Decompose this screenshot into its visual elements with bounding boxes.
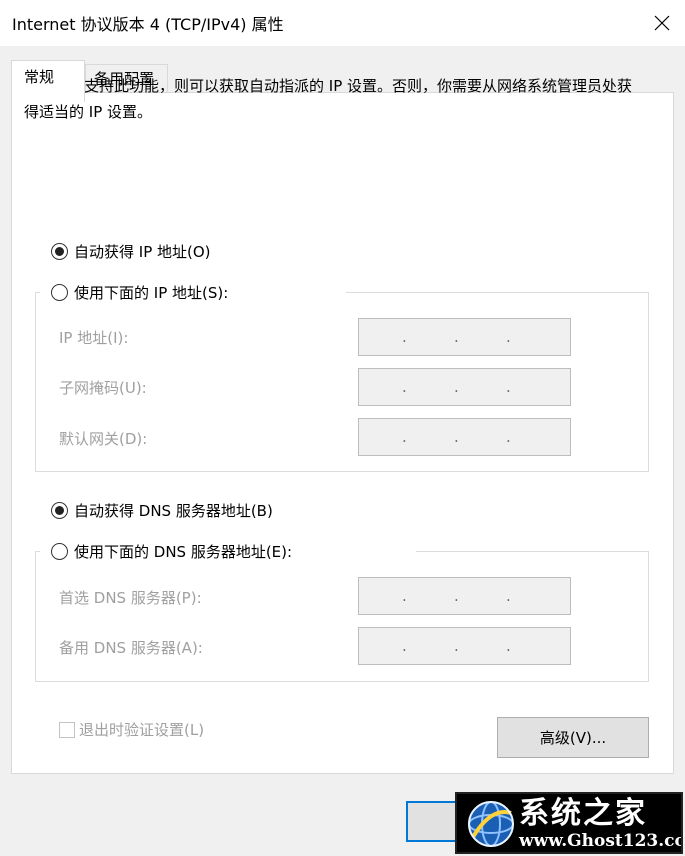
watermark-title: 系统之家 <box>519 796 647 831</box>
preferred-dns-input[interactable]: . . . <box>358 577 571 615</box>
checkbox-label: 退出时验证设置(L) <box>79 721 205 739</box>
alternate-dns-label: 备用 DNS 服务器(A): <box>59 639 203 657</box>
radio-indicator <box>51 543 68 560</box>
radio-manual-ip[interactable]: 使用下面的 IP 地址(S): <box>51 282 228 303</box>
close-button[interactable] <box>639 0 685 46</box>
radio-label: 使用下面的 IP 地址(S): <box>74 284 229 302</box>
subnet-mask-label: 子网掩码(U): <box>59 379 147 397</box>
preferred-dns-label: 首选 DNS 服务器(P): <box>59 589 202 607</box>
subnet-mask-input[interactable]: . . . <box>358 368 571 406</box>
close-icon <box>654 15 670 31</box>
ip-separator: . <box>454 636 459 655</box>
tab-label: 常规 <box>24 68 55 86</box>
default-gateway-label: 默认网关(D): <box>59 430 148 448</box>
radio-auto-ip[interactable]: 自动获得 IP 地址(O) <box>51 241 211 262</box>
ip-separator: . <box>454 586 459 605</box>
advanced-button[interactable]: 高级(V)... <box>497 717 649 758</box>
ok-button[interactable] <box>406 801 462 842</box>
validate-on-exit-checkbox[interactable]: 退出时验证设置(L) <box>59 719 204 740</box>
ip-separator: . <box>506 427 511 446</box>
ip-separator: . <box>402 586 407 605</box>
watermark-url: www.Ghost123.com <box>519 831 681 851</box>
radio-label: 自动获得 DNS 服务器地址(B) <box>74 502 273 520</box>
ip-separator: . <box>454 377 459 396</box>
ip-separator: . <box>506 586 511 605</box>
globe-logo-icon <box>468 801 514 847</box>
window-title: Internet 协议版本 4 (TCP/IPv4) 属性 <box>12 15 284 34</box>
radio-indicator <box>51 243 68 260</box>
ip-address-input[interactable]: . . . <box>358 318 571 356</box>
ip-separator: . <box>506 327 511 346</box>
ip-address-label: IP 地址(I): <box>59 329 129 347</box>
radio-auto-dns[interactable]: 自动获得 DNS 服务器地址(B) <box>51 500 273 521</box>
radio-label: 自动获得 IP 地址(O) <box>74 243 211 261</box>
ip-separator: . <box>402 377 407 396</box>
ip-separator: . <box>402 427 407 446</box>
ip-separator: . <box>454 427 459 446</box>
tab-general[interactable]: 常规 <box>11 60 85 102</box>
ip-separator: . <box>454 327 459 346</box>
checkbox-box <box>59 721 75 738</box>
ip-separator: . <box>402 327 407 346</box>
title-bar: Internet 协议版本 4 (TCP/IPv4) 属性 <box>0 0 685 46</box>
default-gateway-input[interactable]: . . . <box>358 418 571 456</box>
alternate-dns-input[interactable]: . . . <box>358 627 571 665</box>
ip-separator: . <box>506 636 511 655</box>
ip-separator: . <box>506 377 511 396</box>
description-text: 如果网络支持此功能，则可以获取自动指派的 IP 设置。否则，你需要从网络系统管理… <box>24 77 633 121</box>
radio-indicator <box>51 502 68 519</box>
radio-label: 使用下面的 DNS 服务器地址(E): <box>74 543 293 561</box>
radio-indicator <box>51 284 68 301</box>
ip-separator: . <box>402 636 407 655</box>
watermark-logo: 系统之家 www.Ghost123.com <box>455 792 683 854</box>
radio-manual-dns[interactable]: 使用下面的 DNS 服务器地址(E): <box>51 541 292 562</box>
